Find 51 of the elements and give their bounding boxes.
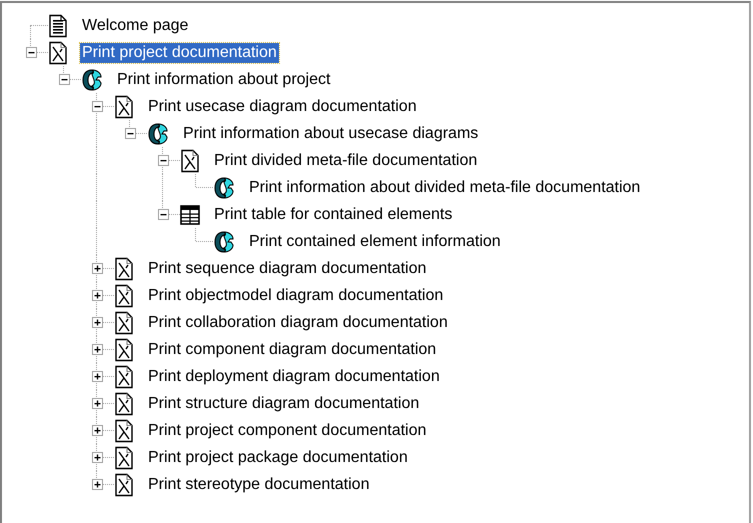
document-x-icon [113,392,135,416]
document-x-icon [113,364,135,388]
collapse-button[interactable] [26,47,36,58]
tree-item[interactable]: Print information about divided meta-file documentation [247,178,642,198]
tree-item[interactable]: Print information about project [115,70,332,90]
expand-button[interactable] [92,479,102,490]
document-x-icon [113,472,135,496]
document-x-icon [113,418,135,442]
document-x-icon [179,148,201,172]
expand-button[interactable] [92,290,102,301]
expand-button[interactable] [92,317,102,328]
expand-button[interactable] [92,452,102,463]
tree-item[interactable]: Print contained element information [247,232,503,252]
expand-button[interactable] [92,344,102,355]
tree-item[interactable]: Print table for contained elements [212,204,454,224]
collapse-button[interactable] [124,128,136,139]
document-x-icon [113,446,135,470]
tree-item[interactable]: Print stereotype documentation [146,474,372,494]
tree-item[interactable]: Print information about usecase diagrams [181,124,480,144]
collapse-button[interactable] [58,74,70,85]
document-x-icon [113,338,135,362]
tree-item[interactable]: Print objectmodel diagram documentation [146,286,446,306]
braces-icon [212,230,236,254]
collapse-button[interactable] [158,155,168,166]
tree-item[interactable]: Print component diagram documentation [146,340,438,360]
tree-item[interactable]: Print collaboration diagram documentation [146,312,450,332]
braces-icon [80,68,104,92]
expand-button[interactable] [92,425,102,436]
collapse-button[interactable] [158,209,168,220]
tree-item[interactable]: Print divided meta-file documentation [212,150,480,170]
document-x-icon [113,256,135,280]
collapse-button[interactable] [92,101,102,112]
expand-button[interactable] [92,398,102,409]
document-x-icon [47,40,69,64]
tree-item[interactable]: Print structure diagram documentation [146,394,422,414]
tree-item[interactable]: Welcome page [80,16,190,36]
expand-button[interactable] [92,371,102,382]
tree-item[interactable]: Print usecase diagram documentation [146,96,419,116]
tree-item[interactable]: Print project package documentation [146,448,410,468]
tree-item[interactable]: Print project documentation [80,42,279,62]
braces-icon [146,122,170,146]
document-x-icon [113,310,135,334]
tree-item[interactable]: Print sequence diagram documentation [146,258,428,278]
table-icon [179,202,201,226]
tree-item[interactable]: Print deployment diagram documentation [146,366,442,386]
document-x-icon [113,94,135,118]
tree-item[interactable]: Print project component documentation [146,420,428,440]
expand-button[interactable] [92,263,102,274]
document-x-icon [113,284,135,308]
text-document-icon [47,14,69,38]
braces-icon [212,176,236,200]
